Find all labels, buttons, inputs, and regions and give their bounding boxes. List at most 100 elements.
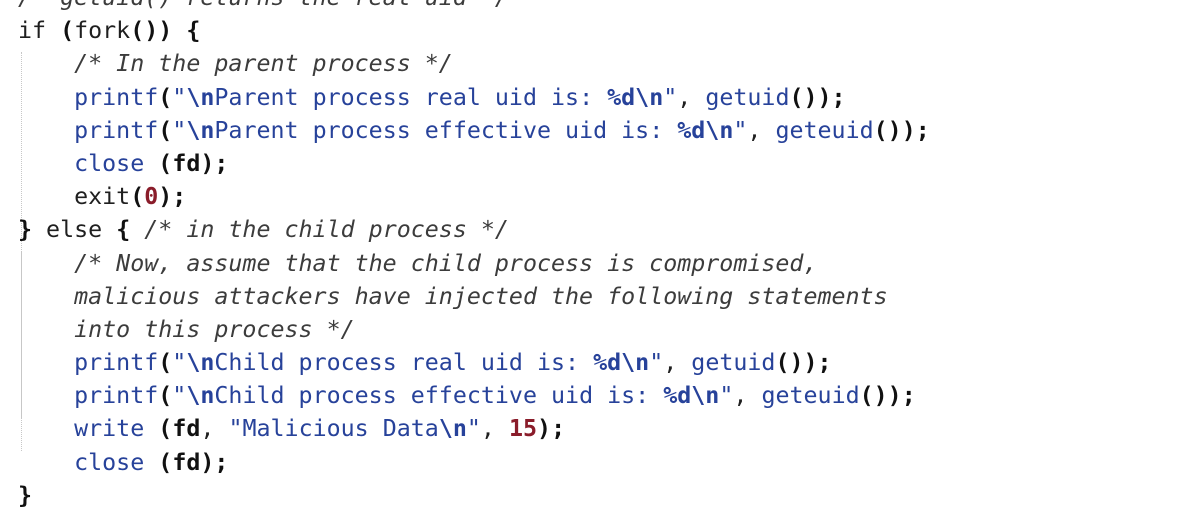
- code-token: /* in the child process */: [144, 216, 509, 244]
- code-token: write: [74, 415, 145, 443]
- code-token: close: [74, 448, 145, 476]
- code-token: ": [172, 382, 187, 410]
- code-line: printf("\nChild process effective uid is…: [18, 379, 930, 412]
- code-line: exit(0);: [18, 180, 930, 213]
- code-token: (: [158, 382, 173, 410]
- code-token: Child process real uid is:: [214, 349, 594, 377]
- code-token: exit: [74, 183, 131, 211]
- code-token: ,: [200, 415, 229, 443]
- code-token: Parent process real uid is:: [214, 83, 608, 111]
- code-token: );: [158, 183, 187, 211]
- code-token: %d\n: [593, 349, 650, 377]
- code-token: Child process effective uid is:: [214, 382, 664, 410]
- code-line: if (fork()) {: [18, 14, 930, 47]
- code-token: \n: [186, 349, 215, 377]
- code-token: ": [466, 415, 481, 443]
- code-token: );: [200, 149, 229, 177]
- code-token: geteuid: [775, 116, 874, 144]
- code-token: printf: [74, 382, 159, 410]
- code-token: (: [144, 149, 173, 177]
- code-token: (: [158, 116, 173, 144]
- code-line: printf("\nParent process real uid is: %d…: [18, 81, 930, 114]
- code-line: malicious attackers have injected the fo…: [18, 280, 930, 313]
- code-token: printf: [74, 116, 159, 144]
- code-token: ": [733, 116, 748, 144]
- code-token: %d\n: [663, 382, 720, 410]
- code-line: close (fd);: [18, 147, 930, 180]
- code-token: fd: [172, 149, 201, 177]
- code-block[interactable]: /* getuid() returns the real uid */if (f…: [18, 0, 930, 512]
- code-line: /* Now, assume that the child process is…: [18, 247, 930, 280]
- code-line: /* getuid() returns the real uid */: [18, 0, 930, 14]
- code-token: 15: [508, 415, 538, 443]
- code-token: ());: [789, 83, 846, 111]
- code-token: ,: [747, 116, 776, 144]
- code-token: getuid: [705, 83, 790, 111]
- code-token: }: [18, 481, 33, 509]
- code-token: 0: [144, 183, 159, 211]
- code-token: ,: [733, 382, 762, 410]
- code-line: printf("\nChild process real uid is: %d\…: [18, 346, 930, 379]
- code-token: ());: [775, 349, 832, 377]
- code-token: fork: [74, 17, 131, 45]
- code-token: into this process */: [74, 315, 355, 343]
- code-token: );: [537, 415, 566, 443]
- code-token: (: [60, 17, 75, 45]
- code-token: printf: [74, 83, 159, 111]
- code-token: geteuid: [761, 382, 860, 410]
- code-token: (: [130, 183, 145, 211]
- code-token: fd: [172, 448, 201, 476]
- code-line: into this process */: [18, 313, 930, 346]
- code-token: ": [172, 83, 187, 111]
- code-token: \n: [438, 415, 467, 443]
- code-token: ());: [859, 382, 916, 410]
- code-token: ": [719, 382, 734, 410]
- code-token: {: [116, 216, 145, 244]
- code-token: ,: [663, 349, 692, 377]
- code-token: ": [649, 349, 664, 377]
- code-token: \n: [186, 83, 215, 111]
- code-token: ()) {: [130, 17, 201, 45]
- code-token: getuid: [691, 349, 776, 377]
- code-token: ": [172, 116, 187, 144]
- code-token: ": [172, 349, 187, 377]
- code-token: Parent process effective uid is:: [214, 116, 678, 144]
- code-token: (: [158, 349, 173, 377]
- code-token: /* Now, assume that the child process is…: [74, 249, 818, 277]
- code-editor[interactable]: /* getuid() returns the real uid */if (f…: [0, 0, 1194, 530]
- code-token: }: [18, 216, 33, 244]
- code-token: close: [74, 149, 145, 177]
- code-token: (: [144, 448, 173, 476]
- code-token: fd: [172, 415, 201, 443]
- code-token: %d\n: [677, 116, 734, 144]
- code-token: ": [663, 83, 678, 111]
- code-line: } else { /* in the child process */: [18, 213, 930, 246]
- code-line: /* In the parent process */: [18, 47, 930, 80]
- code-token: \n: [186, 116, 215, 144]
- code-token: if: [18, 17, 61, 45]
- code-token: );: [200, 448, 229, 476]
- code-token: %d\n: [607, 83, 664, 111]
- code-token: (: [158, 83, 173, 111]
- code-line: }: [18, 479, 930, 512]
- code-token: else: [32, 216, 117, 244]
- code-token: malicious attackers have injected the fo…: [74, 282, 888, 310]
- code-token: ,: [480, 415, 509, 443]
- code-line: printf("\nParent process effective uid i…: [18, 114, 930, 147]
- code-line: close (fd);: [18, 446, 930, 479]
- code-token: ());: [873, 116, 930, 144]
- code-token: printf: [74, 349, 159, 377]
- code-token: ,: [677, 83, 706, 111]
- code-token: "Malicious Data: [228, 415, 439, 443]
